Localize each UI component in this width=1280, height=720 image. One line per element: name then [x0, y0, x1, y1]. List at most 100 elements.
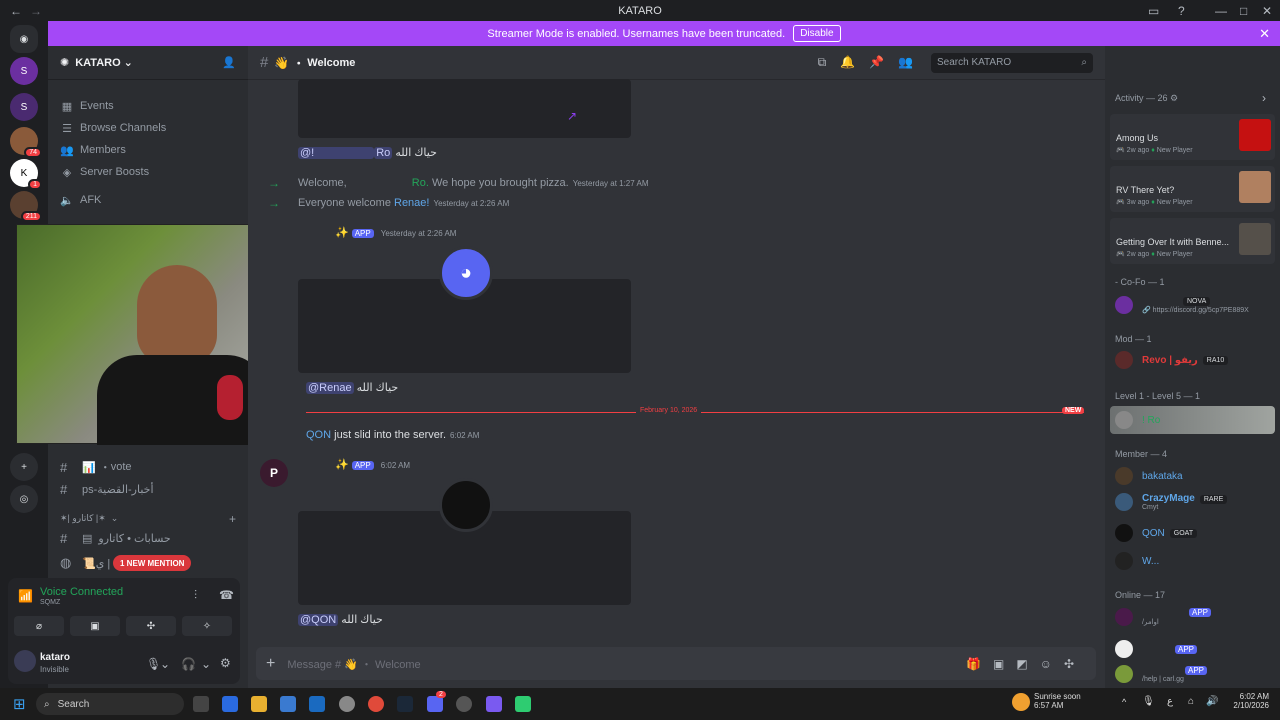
user-mention[interactable]: @!: [298, 147, 375, 159]
steam-icon[interactable]: [397, 696, 413, 712]
activities-button[interactable]: ✣: [126, 616, 176, 636]
task-view-icon[interactable]: [193, 696, 209, 712]
member-row[interactable]: CrazyMage RARE Cmyt: [1115, 493, 1228, 511]
username[interactable]: Ro.: [412, 177, 429, 189]
activity-card[interactable]: RV There Yet? 🎮 3w ago ♦ New Player: [1110, 166, 1275, 212]
gear-icon[interactable]: ⚙: [1170, 93, 1178, 103]
maximize-icon[interactable]: □: [1240, 4, 1247, 18]
username[interactable]: Renae!: [394, 197, 429, 209]
inbox-icon[interactable]: ▭: [1148, 4, 1159, 18]
chevron-right-icon[interactable]: ›: [1262, 91, 1266, 105]
member-row[interactable]: ! Ro: [1115, 411, 1160, 429]
voice-status[interactable]: Voice Connected: [40, 586, 123, 598]
chrome-icon[interactable]: [368, 696, 384, 712]
app-icon[interactable]: [456, 696, 472, 712]
member-row[interactable]: W...: [1115, 552, 1159, 570]
settings-icon[interactable]: [339, 696, 355, 712]
disable-button[interactable]: Disable: [793, 25, 841, 42]
member-row[interactable]: APP/help | carl.gg: [1115, 665, 1210, 683]
network-icon[interactable]: ⌂: [1188, 696, 1194, 707]
weather-icon[interactable]: [1012, 693, 1030, 711]
store-icon[interactable]: [280, 696, 296, 712]
chevron-down-icon[interactable]: ⌄: [201, 657, 211, 671]
server-icon[interactable]: 74: [10, 127, 42, 158]
disconnect-icon[interactable]: ☎: [219, 588, 234, 602]
add-server-icon[interactable]: +: [10, 453, 38, 481]
member-row[interactable]: APP/اوامر: [1115, 607, 1214, 626]
server-icon[interactable]: S: [10, 57, 38, 85]
microphone-tray-icon[interactable]: 🎙: [1142, 696, 1155, 707]
member-row[interactable]: Revo | ريفو RA10: [1115, 351, 1229, 369]
chevron-down-icon[interactable]: ⌄: [160, 657, 170, 671]
channel-news[interactable]: # ps-أخبار-القضية: [60, 482, 154, 497]
server-icon[interactable]: K1: [10, 159, 42, 190]
discover-icon[interactable]: ◎: [10, 485, 38, 513]
screen-share-button[interactable]: ▣: [70, 616, 120, 636]
channel-partial[interactable]: ◍ 📜 ي |: [60, 555, 110, 571]
member-row[interactable]: NOVA 🔗 https://discord.gg/5cp7PE889X: [1115, 295, 1249, 314]
taskbar-search[interactable]: ⌕ Search: [36, 693, 184, 715]
create-channel-icon[interactable]: +: [229, 512, 236, 526]
outlook-icon[interactable]: [309, 696, 325, 712]
nav-events[interactable]: ▦ Events: [48, 95, 248, 117]
windows-start-icon[interactable]: ⊞: [13, 695, 26, 713]
user-mention[interactable]: @Renae: [306, 382, 354, 394]
channel-vote[interactable]: # 📊 ・ vote: [60, 459, 132, 475]
activity-card[interactable]: Among Us 🎮 2w ago ♦ New Player: [1110, 114, 1275, 160]
soundboard-icon[interactable]: ⫶: [194, 588, 197, 603]
sticker-icon[interactable]: ◩: [1016, 657, 1039, 671]
voice-channel-afk[interactable]: 🔈 AFK: [48, 189, 248, 211]
close-banner-icon[interactable]: ✕: [1259, 26, 1270, 42]
help-icon[interactable]: ?: [1178, 4, 1185, 18]
gamepad-icon[interactable]: [486, 696, 502, 712]
bell-icon[interactable]: 🔔: [840, 55, 869, 69]
apps-icon[interactable]: ✣: [1064, 657, 1086, 671]
bot-avatar[interactable]: P: [260, 459, 288, 487]
nav-browse-channels[interactable]: ☰ Browse Channels: [48, 117, 248, 139]
app-icon[interactable]: [515, 696, 531, 712]
activity-card[interactable]: Getting Over It with Benne... 🎮 2w ago ♦…: [1110, 218, 1275, 264]
nav-members[interactable]: 👥 Members: [48, 139, 248, 161]
user-mention[interactable]: @QON: [298, 614, 339, 626]
discord-home-icon[interactable]: ◉: [10, 25, 38, 53]
avatar[interactable]: [14, 650, 36, 672]
emoji-icon[interactable]: ☺: [1040, 657, 1064, 671]
gif-icon[interactable]: ▣: [993, 657, 1016, 671]
server-icon[interactable]: 211: [10, 191, 42, 222]
gift-icon[interactable]: 🎁: [966, 657, 993, 671]
new-mention-pill[interactable]: 1 NEW MENTION: [113, 555, 192, 571]
server-header[interactable]: ✺ KATARO ⌄ 👤: [48, 46, 248, 80]
message-input[interactable]: Message # 👋 ・ Welcome: [287, 656, 420, 672]
channel-accounts[interactable]: # ▤ حسابات • كاتارو: [60, 531, 171, 546]
member-row[interactable]: bakataka: [1115, 467, 1183, 485]
volume-icon[interactable]: 🔊: [1206, 696, 1218, 707]
gear-icon[interactable]: ⚙: [220, 656, 231, 670]
clock[interactable]: 6:02 AM 2/10/2026: [1225, 692, 1269, 710]
weather-widget[interactable]: Sunrise soon 6:57 AM: [1034, 692, 1081, 710]
invite-people-icon[interactable]: 👤: [222, 56, 236, 69]
language-icon[interactable]: ع: [1167, 696, 1173, 707]
username[interactable]: QON: [306, 429, 331, 441]
nav-server-boosts[interactable]: ◈ Server Boosts: [48, 161, 248, 183]
tray-chevron-icon[interactable]: ^: [1122, 697, 1126, 707]
camera-off-button[interactable]: ⌀: [14, 616, 64, 636]
pin-icon[interactable]: 📌: [869, 55, 898, 69]
copilot-icon[interactable]: [222, 696, 238, 712]
server-icon[interactable]: S: [10, 93, 38, 121]
category-header[interactable]: ✶| كاتارو |✶ ⌄: [60, 513, 118, 524]
minimize-icon[interactable]: —: [1215, 4, 1227, 18]
search-input[interactable]: Search KATARO ⌕: [931, 52, 1093, 73]
file-explorer-icon[interactable]: [251, 696, 267, 712]
close-window-icon[interactable]: ✕: [1262, 4, 1272, 18]
headphones-icon[interactable]: 🎧: [181, 657, 196, 671]
add-attachment-icon[interactable]: +: [266, 655, 275, 673]
member-list-icon[interactable]: 👥: [898, 55, 927, 69]
message-composer[interactable]: + Message # 👋 ・ Welcome 🎁▣◩☺✣: [256, 647, 1096, 680]
microphone-icon[interactable]: 🎙: [146, 657, 161, 671]
member-row[interactable]: QON GOAT: [1115, 524, 1198, 542]
discord-taskbar-icon[interactable]: 2: [427, 691, 446, 712]
user-mention-name[interactable]: Ro: [374, 147, 393, 159]
soundboard-button[interactable]: ✧: [182, 616, 232, 636]
threads-icon[interactable]: ⧉: [818, 55, 841, 69]
member-row[interactable]: APP: [1115, 640, 1200, 658]
